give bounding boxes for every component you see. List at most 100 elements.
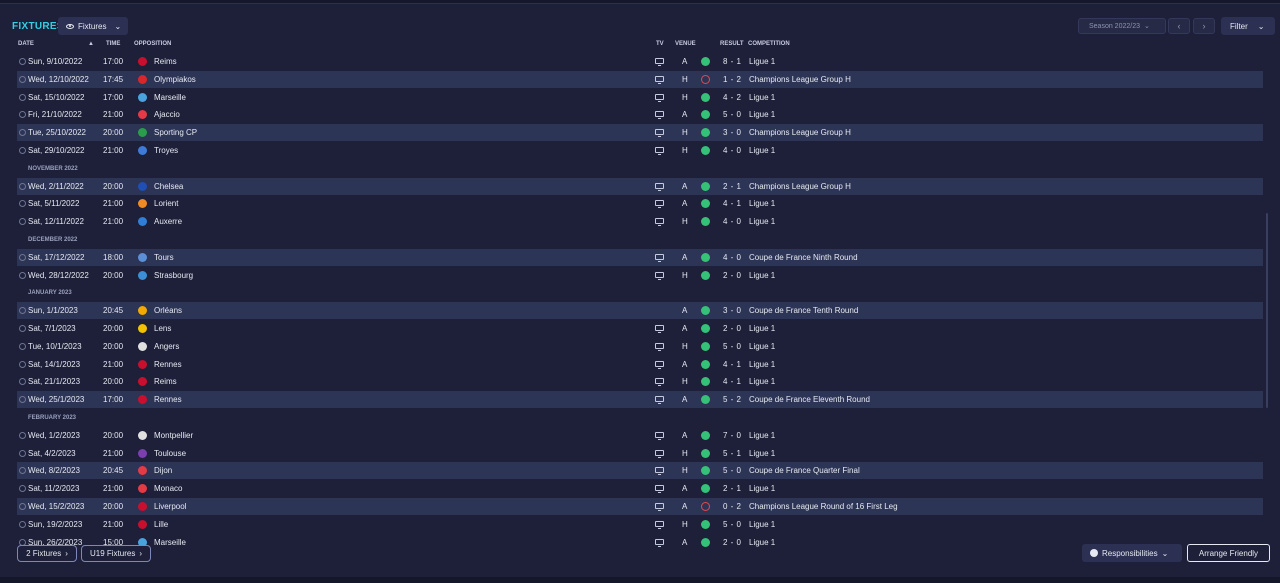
opposition-link[interactable]: Rennes xyxy=(154,360,182,369)
competition-link[interactable]: Ligue 1 xyxy=(749,484,775,493)
result-score[interactable]: 3 - 0 xyxy=(723,306,742,315)
fixture-row[interactable]: Sun, 9/10/2022 17:00 Reims A 8 - 1 Ligue 1 xyxy=(17,53,1263,70)
opposition-link[interactable]: Rennes xyxy=(154,395,182,404)
view-dropdown[interactable]: Fixtures ⌄ xyxy=(58,17,128,35)
opposition-link[interactable]: Reims xyxy=(154,57,177,66)
fixture-row[interactable]: Sun, 1/1/2023 20:45 Orléans A 3 - 0 Coupe de … xyxy=(17,302,1263,319)
sort-ascending-icon[interactable]: ▲ xyxy=(88,41,94,47)
fixture-row[interactable]: Sat, 4/2/2023 21:00 Toulouse H 5 - 1 Ligue 1 xyxy=(17,445,1263,462)
fixture-row[interactable]: Wed, 28/12/2022 20:00 Strasbourg H 2 - 0 Ligu… xyxy=(17,267,1263,284)
prev-season-button[interactable]: ‹ xyxy=(1168,18,1190,34)
result-score[interactable]: 5 - 2 xyxy=(723,395,742,404)
season-selector[interactable]: Season 2022/23 ⌄ xyxy=(1078,18,1166,34)
fixture-row[interactable]: Sun, 19/2/2023 21:00 Lille H 5 - 0 Ligue 1 xyxy=(17,516,1263,533)
competition-link[interactable]: Ligue 1 xyxy=(749,431,775,440)
competition-link[interactable]: Coupe de France Tenth Round xyxy=(749,306,858,315)
competition-link[interactable]: Ligue 1 xyxy=(749,271,775,280)
scrollbar[interactable] xyxy=(1266,213,1268,408)
result-score[interactable]: 4 - 0 xyxy=(723,217,742,226)
result-score[interactable]: 2 - 0 xyxy=(723,271,742,280)
result-score[interactable]: 2 - 0 xyxy=(723,538,742,547)
competition-link[interactable]: Ligue 1 xyxy=(749,217,775,226)
arrange-friendly-button[interactable]: Arrange Friendly xyxy=(1187,544,1270,562)
col-competition[interactable]: COMPETITION xyxy=(748,41,790,47)
opposition-link[interactable]: Strasbourg xyxy=(154,271,193,280)
fixture-row[interactable]: Tue, 25/10/2022 20:00 Sporting CP H 3 - 0 Cha… xyxy=(17,124,1263,141)
fixture-row[interactable]: Wed, 12/10/2022 17:45 Olympiakos H 1 - 2 Cham… xyxy=(17,71,1263,88)
fixture-row[interactable]: Sat, 5/11/2022 21:00 Lorient A 4 - 1 Ligue 1 xyxy=(17,195,1263,212)
competition-link[interactable]: Champions League Group H xyxy=(749,75,851,84)
fixture-row[interactable]: Wed, 25/1/2023 17:00 Rennes A 5 - 2 Coupe de … xyxy=(17,391,1263,408)
col-opposition[interactable]: OPPOSITION xyxy=(134,41,171,47)
competition-link[interactable]: Ligue 1 xyxy=(749,342,775,351)
fixture-row[interactable]: Sat, 29/10/2022 21:00 Troyes H 4 - 0 Ligue 1 xyxy=(17,142,1263,159)
fixture-row[interactable]: Sun, 26/2/2023 15:00 Marseille A 2 - 0 Ligue … xyxy=(17,534,1263,551)
result-score[interactable]: 5 - 1 xyxy=(723,449,742,458)
fixture-row[interactable]: Tue, 10/1/2023 20:00 Angers H 5 - 0 Ligue 1 xyxy=(17,338,1263,355)
fixture-row[interactable]: Sat, 11/2/2023 21:00 Monaco A 2 - 1 Ligue 1 xyxy=(17,480,1263,497)
competition-link[interactable]: Coupe de France Quarter Final xyxy=(749,466,860,475)
opposition-link[interactable]: Liverpool xyxy=(154,502,186,511)
fixture-row[interactable]: Sat, 7/1/2023 20:00 Lens A 2 - 0 Ligue 1 xyxy=(17,320,1263,337)
competition-link[interactable]: Ligue 1 xyxy=(749,449,775,458)
competition-link[interactable]: Ligue 1 xyxy=(749,199,775,208)
next-season-button[interactable]: › xyxy=(1193,18,1215,34)
fixtures-link-button[interactable]: 2 Fixtures › xyxy=(17,545,77,562)
competition-link[interactable]: Ligue 1 xyxy=(749,110,775,119)
result-score[interactable]: 8 - 1 xyxy=(723,57,742,66)
fixture-row[interactable]: Wed, 8/2/2023 20:45 Dijon H 5 - 0 Coupe de Fr… xyxy=(17,462,1263,479)
fixture-row[interactable]: Sat, 17/12/2022 18:00 Tours A 4 - 0 Coupe de … xyxy=(17,249,1263,266)
fixture-row[interactable]: Wed, 2/11/2022 20:00 Chelsea A 2 - 1 Champion… xyxy=(17,178,1263,195)
competition-link[interactable]: Champions League Group H xyxy=(749,128,851,137)
competition-link[interactable]: Champions League Round of 16 First Leg xyxy=(749,502,898,511)
result-score[interactable]: 4 - 1 xyxy=(723,360,742,369)
opposition-link[interactable]: Dijon xyxy=(154,466,172,475)
opposition-link[interactable]: Tours xyxy=(154,253,174,262)
opposition-link[interactable]: Lens xyxy=(154,324,171,333)
opposition-link[interactable]: Angers xyxy=(154,342,179,351)
col-result[interactable]: RESULT xyxy=(720,41,744,47)
result-score[interactable]: 4 - 0 xyxy=(723,253,742,262)
filter-button[interactable]: Filter ⌄ xyxy=(1221,17,1275,35)
fixture-row[interactable]: Sat, 14/1/2023 21:00 Rennes A 4 - 1 Ligue 1 xyxy=(17,356,1263,373)
opposition-link[interactable]: Lille xyxy=(154,520,168,529)
opposition-link[interactable]: Lorient xyxy=(154,199,178,208)
result-score[interactable]: 2 - 0 xyxy=(723,324,742,333)
opposition-link[interactable]: Reims xyxy=(154,377,177,386)
result-score[interactable]: 0 - 2 xyxy=(723,502,742,511)
result-score[interactable]: 4 - 1 xyxy=(723,377,742,386)
result-score[interactable]: 7 - 0 xyxy=(723,431,742,440)
opposition-link[interactable]: Chelsea xyxy=(154,182,183,191)
fixture-row[interactable]: Sat, 12/11/2022 21:00 Auxerre H 4 - 0 Ligue 1 xyxy=(17,213,1263,230)
fixture-row[interactable]: Fri, 21/10/2022 21:00 Ajaccio A 5 - 0 Ligue 1 xyxy=(17,106,1263,123)
opposition-link[interactable]: Monaco xyxy=(154,484,182,493)
opposition-link[interactable]: Olympiakos xyxy=(154,75,196,84)
opposition-link[interactable]: Marseille xyxy=(154,538,186,547)
result-score[interactable]: 4 - 0 xyxy=(723,146,742,155)
col-tv[interactable]: TV xyxy=(656,41,664,47)
result-score[interactable]: 2 - 1 xyxy=(723,182,742,191)
col-time[interactable]: TIME xyxy=(106,41,120,47)
competition-link[interactable]: Ligue 1 xyxy=(749,360,775,369)
competition-link[interactable]: Ligue 1 xyxy=(749,324,775,333)
responsibilities-button[interactable]: Responsibilities ⌄ xyxy=(1082,544,1182,562)
fixture-row[interactable]: Sat, 15/10/2022 17:00 Marseille H 4 - 2 Ligue… xyxy=(17,89,1263,106)
result-score[interactable]: 4 - 1 xyxy=(723,199,742,208)
fixture-row[interactable]: Wed, 1/2/2023 20:00 Montpellier A 7 - 0 Ligue… xyxy=(17,427,1263,444)
opposition-link[interactable]: Toulouse xyxy=(154,449,186,458)
competition-link[interactable]: Ligue 1 xyxy=(749,377,775,386)
opposition-link[interactable]: Marseille xyxy=(154,93,186,102)
result-score[interactable]: 5 - 0 xyxy=(723,466,742,475)
result-score[interactable]: 4 - 2 xyxy=(723,93,742,102)
competition-link[interactable]: Ligue 1 xyxy=(749,146,775,155)
col-venue[interactable]: VENUE xyxy=(675,41,696,47)
result-score[interactable]: 5 - 0 xyxy=(723,342,742,351)
competition-link[interactable]: Ligue 1 xyxy=(749,93,775,102)
result-score[interactable]: 1 - 2 xyxy=(723,75,742,84)
competition-link[interactable]: Ligue 1 xyxy=(749,538,775,547)
result-score[interactable]: 5 - 0 xyxy=(723,520,742,529)
result-score[interactable]: 2 - 1 xyxy=(723,484,742,493)
fixture-row[interactable]: Wed, 15/2/2023 20:00 Liverpool A 0 - 2 Champi… xyxy=(17,498,1263,515)
u19-fixtures-button[interactable]: U19 Fixtures › xyxy=(81,545,151,562)
competition-link[interactable]: Ligue 1 xyxy=(749,57,775,66)
